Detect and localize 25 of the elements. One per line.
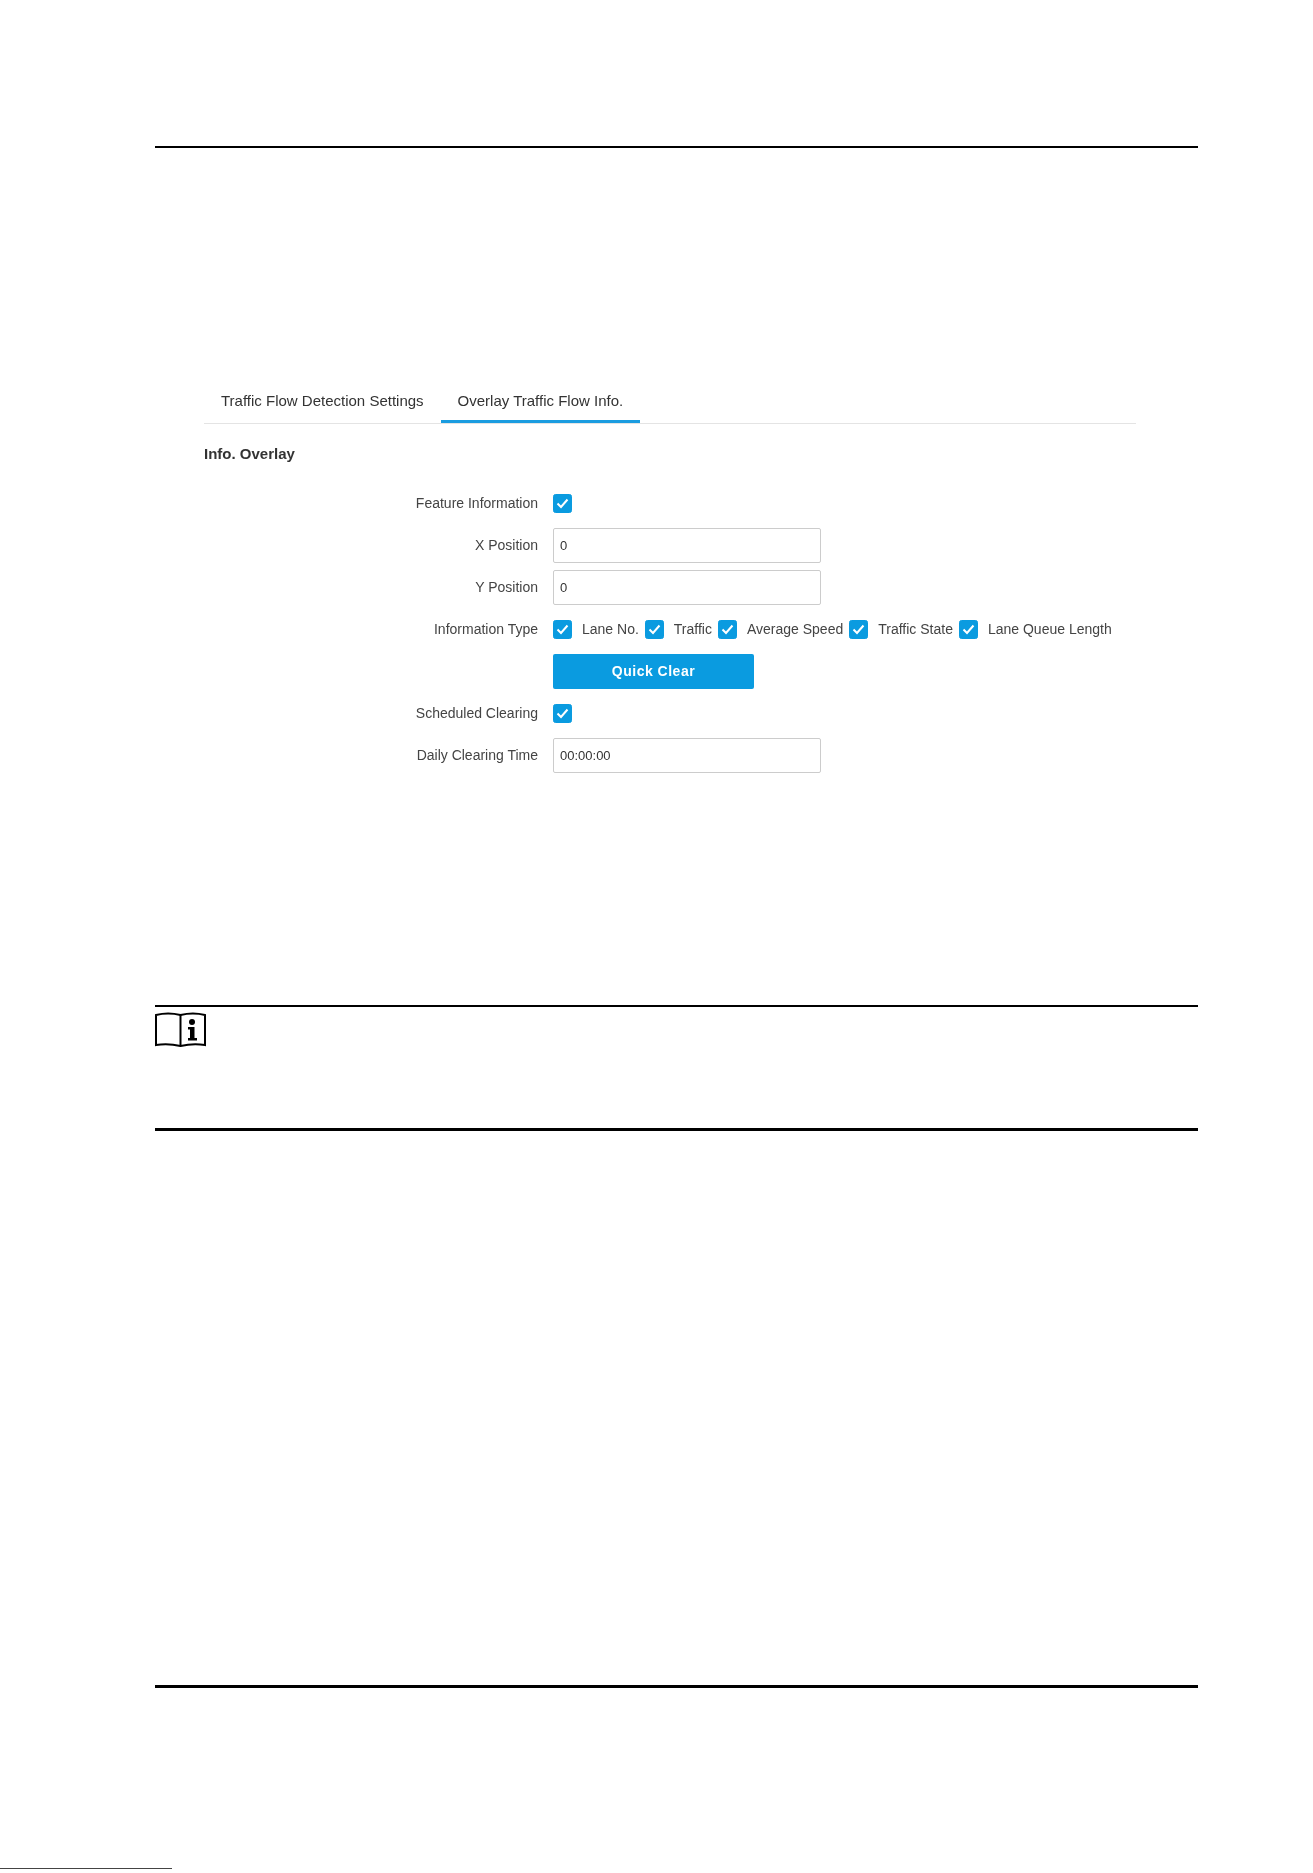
text-field[interactable]: 00:00:00: [553, 738, 821, 773]
field-label: Daily Clearing Time: [416, 746, 538, 765]
text-field[interactable]: 0: [553, 570, 821, 605]
checkbox[interactable]: [958, 620, 978, 639]
section-title: Info. Overlay: [204, 445, 295, 463]
text-field[interactable]: 0: [553, 528, 821, 563]
checkbox[interactable]: [849, 620, 869, 639]
checkbox-label: Lane Queue Length: [987, 620, 1112, 639]
checkbox[interactable]: [553, 620, 572, 639]
field-label: Feature Information: [415, 494, 538, 513]
checkbox-label: Traffic State: [878, 620, 953, 639]
field-label: Information Type: [433, 620, 538, 639]
field-label: X Position: [474, 536, 538, 555]
field-label: Y Position: [475, 578, 538, 597]
checkbox-label: Traffic: [673, 620, 712, 639]
checkbox[interactable]: [553, 704, 572, 723]
tab[interactable]: Overlay Traffic Flow Info.: [440, 379, 641, 423]
checkbox[interactable]: [644, 620, 664, 639]
checkbox[interactable]: [553, 494, 572, 513]
field-label: Scheduled Clearing: [415, 704, 538, 723]
checkbox[interactable]: [717, 620, 737, 639]
checkbox-label: Lane No.: [582, 620, 639, 639]
book-info-icon: [155, 1012, 206, 1048]
checkbox-label: Average Speed: [746, 620, 844, 639]
tab[interactable]: Traffic Flow Detection Settings: [204, 379, 441, 423]
